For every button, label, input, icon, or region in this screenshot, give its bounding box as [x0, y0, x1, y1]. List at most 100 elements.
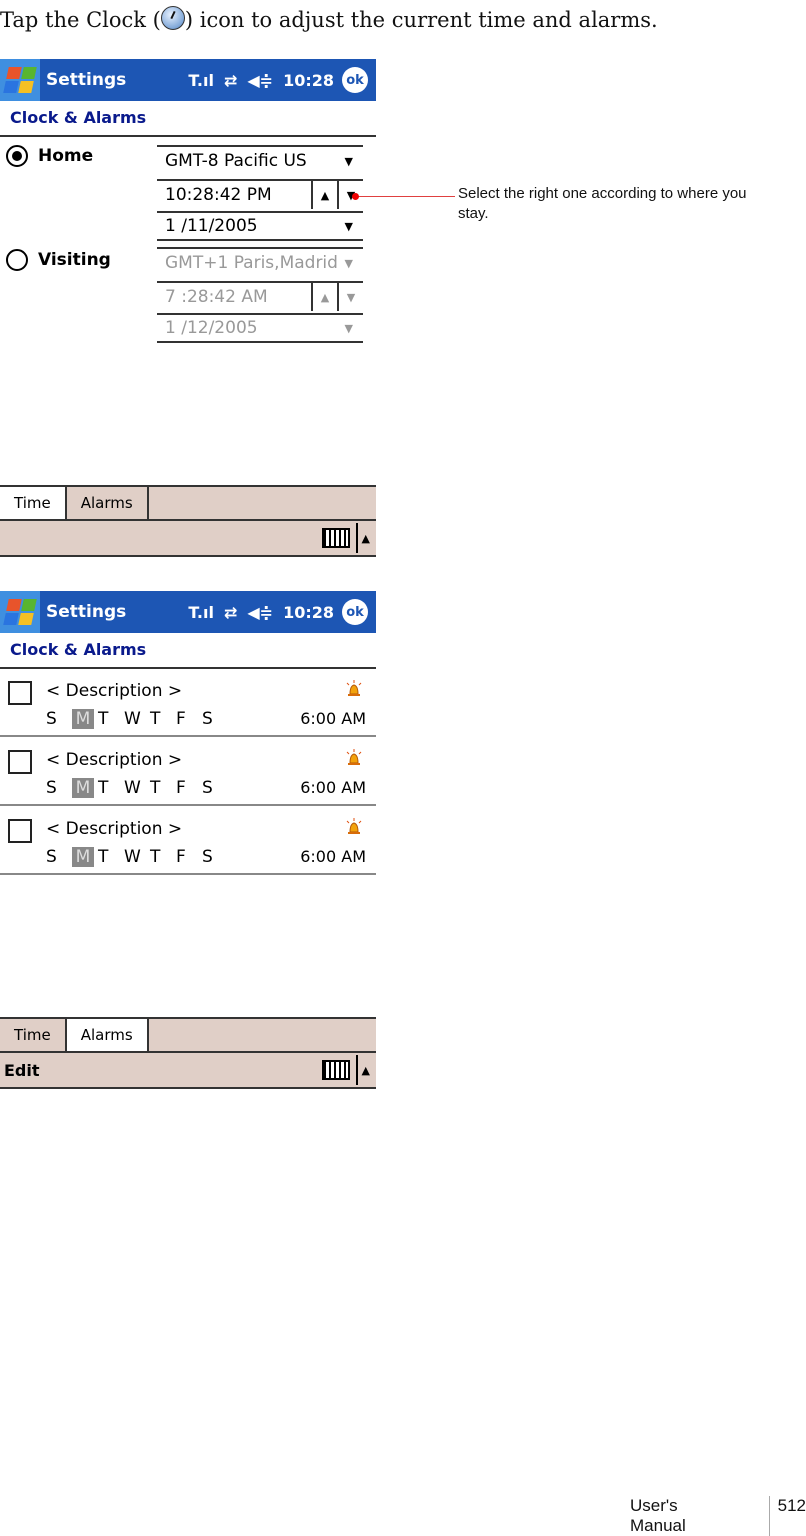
title-bar: Settings T.ıl ⇄ ◀≑ 10:28 ok — [0, 59, 376, 101]
radio-selected-icon — [6, 145, 28, 167]
intro-before: Tap the Clock ( — [0, 8, 161, 32]
day-toggle[interactable]: W — [124, 847, 150, 867]
connectivity-icon[interactable]: ⇄ — [224, 71, 237, 90]
day-toggle[interactable]: M — [72, 847, 94, 867]
alarm-row[interactable]: < Description > SMTWTFS 6:00 AM — [0, 738, 376, 806]
alarm-time[interactable]: 6:00 AM — [300, 709, 366, 728]
signal-icon[interactable]: T.ıl — [188, 71, 214, 90]
input-menu-arrow-icon[interactable]: ▲ — [362, 532, 370, 545]
alarm-bell-icon[interactable] — [344, 817, 364, 837]
day-toggle[interactable]: T — [150, 847, 176, 867]
title-bar: Settings T.ıl ⇄ ◀≑ 10:28 ok — [0, 591, 376, 633]
page-heading: Clock & Alarms — [0, 633, 376, 669]
edit-menu[interactable]: Edit — [0, 1061, 322, 1080]
dropdown-arrow-icon: ▼ — [344, 256, 353, 270]
day-toggle[interactable]: F — [176, 778, 202, 798]
day-toggle[interactable]: F — [176, 847, 202, 867]
spin-down-icon[interactable]: ▼ — [337, 283, 363, 311]
alarm-checkbox[interactable] — [8, 750, 32, 774]
dropdown-arrow-icon: ▼ — [344, 154, 353, 168]
alarm-bell-icon[interactable] — [344, 748, 364, 768]
visiting-timezone-select[interactable]: GMT+1 Paris,Madrid ▼ — [157, 247, 363, 277]
home-date-value: 1 /11/2005 — [165, 216, 258, 236]
day-toggle[interactable]: T — [150, 778, 176, 798]
alarm-row[interactable]: < Description > SMTWTFS 6:00 AM — [0, 807, 376, 875]
home-date-select[interactable]: 1 /11/2005 ▼ — [157, 211, 363, 241]
home-time-field[interactable]: 10:28:42 PM ▲ ▼ — [157, 179, 363, 209]
alarm-days: SMTWTFS — [46, 709, 228, 729]
home-timezone-select[interactable]: GMT-8 Pacific US ▼ — [157, 145, 363, 175]
page-footer: User's Manual 512 — [630, 1496, 806, 1536]
alarm-description[interactable]: < Description > — [46, 681, 182, 701]
tab-alarms[interactable]: Alarms — [66, 1019, 149, 1051]
day-toggle[interactable]: S — [46, 847, 72, 867]
alarm-days: SMTWTFS — [46, 778, 228, 798]
day-toggle[interactable]: T — [98, 709, 124, 729]
day-toggle[interactable]: M — [72, 778, 94, 798]
home-time-value: 10:28:42 PM — [165, 185, 272, 205]
page-number: 512 — [768, 1496, 806, 1536]
day-toggle[interactable]: T — [98, 778, 124, 798]
visiting-timezone-value: GMT+1 Paris,Madrid — [165, 253, 338, 273]
day-toggle[interactable]: S — [202, 778, 228, 798]
visiting-label: Visiting — [38, 250, 111, 270]
page-heading: Clock & Alarms — [0, 101, 376, 137]
day-toggle[interactable]: W — [124, 709, 150, 729]
day-toggle[interactable]: S — [46, 778, 72, 798]
day-toggle[interactable]: F — [176, 709, 202, 729]
tab-bar: Time Alarms — [0, 1017, 376, 1051]
tab-alarms[interactable]: Alarms — [67, 487, 149, 519]
clock-icon — [160, 6, 185, 30]
alarm-list: < Description > SMTWTFS 6:00 AM < Descri… — [0, 669, 376, 1009]
alarm-description[interactable]: < Description > — [46, 750, 182, 770]
alarm-checkbox[interactable] — [8, 819, 32, 843]
visiting-time-value: 7 :28:42 AM — [165, 287, 268, 307]
tab-time[interactable]: Time — [0, 1019, 67, 1051]
start-button[interactable] — [0, 591, 40, 633]
day-toggle[interactable]: S — [202, 847, 228, 867]
input-menu-arrow-icon[interactable]: ▲ — [362, 1064, 370, 1077]
day-toggle[interactable]: T — [98, 847, 124, 867]
day-toggle[interactable]: S — [202, 709, 228, 729]
day-toggle[interactable]: T — [150, 709, 176, 729]
windows-flag-icon — [3, 67, 37, 93]
visiting-date-value: 1 /12/2005 — [165, 318, 258, 338]
volume-icon[interactable]: ◀≑ — [247, 71, 273, 90]
visiting-radio[interactable]: Visiting — [6, 249, 111, 271]
day-toggle[interactable]: M — [72, 709, 94, 729]
visiting-date-select[interactable]: 1 /12/2005 ▼ — [157, 313, 363, 343]
intro-after: ) icon to adjust the current time and al… — [184, 8, 658, 32]
start-button[interactable] — [0, 59, 40, 101]
volume-icon[interactable]: ◀≑ — [247, 603, 273, 622]
radio-unselected-icon — [6, 249, 28, 271]
ok-button[interactable]: ok — [342, 599, 368, 625]
alarm-row[interactable]: < Description > SMTWTFS 6:00 AM — [0, 669, 376, 737]
callout-line — [355, 196, 455, 197]
dropdown-arrow-icon: ▼ — [344, 219, 353, 233]
keyboard-icon[interactable] — [321, 528, 350, 548]
day-toggle[interactable]: S — [46, 709, 72, 729]
alarm-time[interactable]: 6:00 AM — [300, 778, 366, 797]
command-bar: ▲ — [0, 519, 376, 557]
clock-time[interactable]: 10:28 — [283, 603, 334, 622]
manual-title: User's Manual — [630, 1496, 686, 1535]
day-toggle[interactable]: W — [124, 778, 150, 798]
spin-up-icon[interactable]: ▲ — [311, 283, 337, 311]
tab-time[interactable]: Time — [0, 487, 67, 519]
home-radio[interactable]: Home — [6, 145, 93, 167]
alarm-description[interactable]: < Description > — [46, 819, 182, 839]
tab-bar: Time Alarms — [0, 485, 376, 519]
callout-dot — [352, 193, 359, 200]
visiting-time-field[interactable]: 7 :28:42 AM ▲ ▼ — [157, 281, 363, 311]
ok-button[interactable]: ok — [342, 67, 368, 93]
alarm-bell-icon[interactable] — [344, 679, 364, 699]
connectivity-icon[interactable]: ⇄ — [224, 603, 237, 622]
alarm-checkbox[interactable] — [8, 681, 32, 705]
signal-icon[interactable]: T.ıl — [188, 603, 214, 622]
home-timezone-value: GMT-8 Pacific US — [165, 151, 307, 171]
spin-down-icon[interactable]: ▼ — [337, 181, 363, 209]
alarm-time[interactable]: 6:00 AM — [300, 847, 366, 866]
keyboard-icon[interactable] — [321, 1060, 350, 1080]
clock-time[interactable]: 10:28 — [283, 71, 334, 90]
spin-up-icon[interactable]: ▲ — [311, 181, 337, 209]
